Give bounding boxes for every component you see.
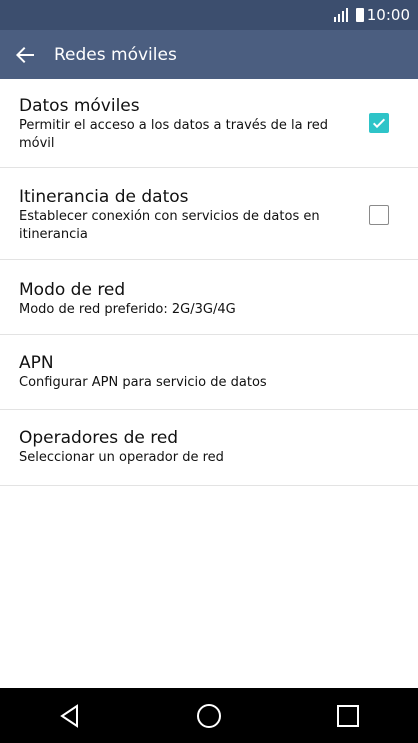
setting-itinerancia-de-datos[interactable]: Itinerancia de datos Establecer conexión… bbox=[0, 168, 418, 260]
setting-title: Datos móviles bbox=[19, 96, 140, 116]
back-button[interactable] bbox=[0, 30, 50, 79]
setting-subtitle: Configurar APN para servicio de datos bbox=[19, 375, 267, 390]
nav-back-button[interactable] bbox=[40, 688, 100, 743]
nav-recents-button[interactable] bbox=[318, 688, 378, 743]
settings-list: Datos móviles Permitir el acceso a los d… bbox=[0, 79, 418, 486]
status-bar: 10:00 bbox=[0, 0, 418, 30]
battery-icon bbox=[355, 8, 364, 22]
page-title: Redes móviles bbox=[54, 44, 177, 65]
setting-subtitle: Seleccionar un operador de red bbox=[19, 450, 224, 465]
setting-modo-de-red[interactable]: Modo de red Modo de red preferido: 2G/3G… bbox=[0, 260, 418, 335]
setting-subtitle: Modo de red preferido: 2G/3G/4G bbox=[19, 302, 236, 317]
setting-title: Modo de red bbox=[19, 280, 126, 300]
setting-title: Itinerancia de datos bbox=[19, 187, 189, 207]
signal-icon bbox=[333, 8, 350, 22]
setting-title: APN bbox=[19, 353, 54, 373]
navigation-bar bbox=[0, 688, 418, 743]
setting-datos-moviles[interactable]: Datos móviles Permitir el acceso a los d… bbox=[0, 79, 418, 168]
nav-back-icon bbox=[59, 703, 78, 728]
back-arrow-icon bbox=[16, 46, 34, 63]
app-bar: Redes móviles bbox=[0, 30, 418, 79]
datos-moviles-checkbox[interactable] bbox=[369, 113, 389, 133]
nav-recents-icon bbox=[337, 704, 360, 727]
setting-operadores-de-red[interactable]: Operadores de red Seleccionar un operado… bbox=[0, 410, 418, 486]
setting-subtitle: Permitir el acceso a los datos a través … bbox=[19, 118, 329, 151]
checkmark-icon bbox=[372, 118, 386, 129]
setting-title: Operadores de red bbox=[19, 428, 179, 448]
itinerancia-checkbox[interactable] bbox=[369, 205, 389, 225]
setting-subtitle: Establecer conexión con servicios de dat… bbox=[19, 209, 320, 242]
setting-apn[interactable]: APN Configurar APN para servicio de dato… bbox=[0, 335, 418, 410]
nav-home-button[interactable] bbox=[179, 688, 239, 743]
nav-home-icon bbox=[196, 703, 221, 728]
status-time: 10:00 bbox=[366, 6, 410, 24]
